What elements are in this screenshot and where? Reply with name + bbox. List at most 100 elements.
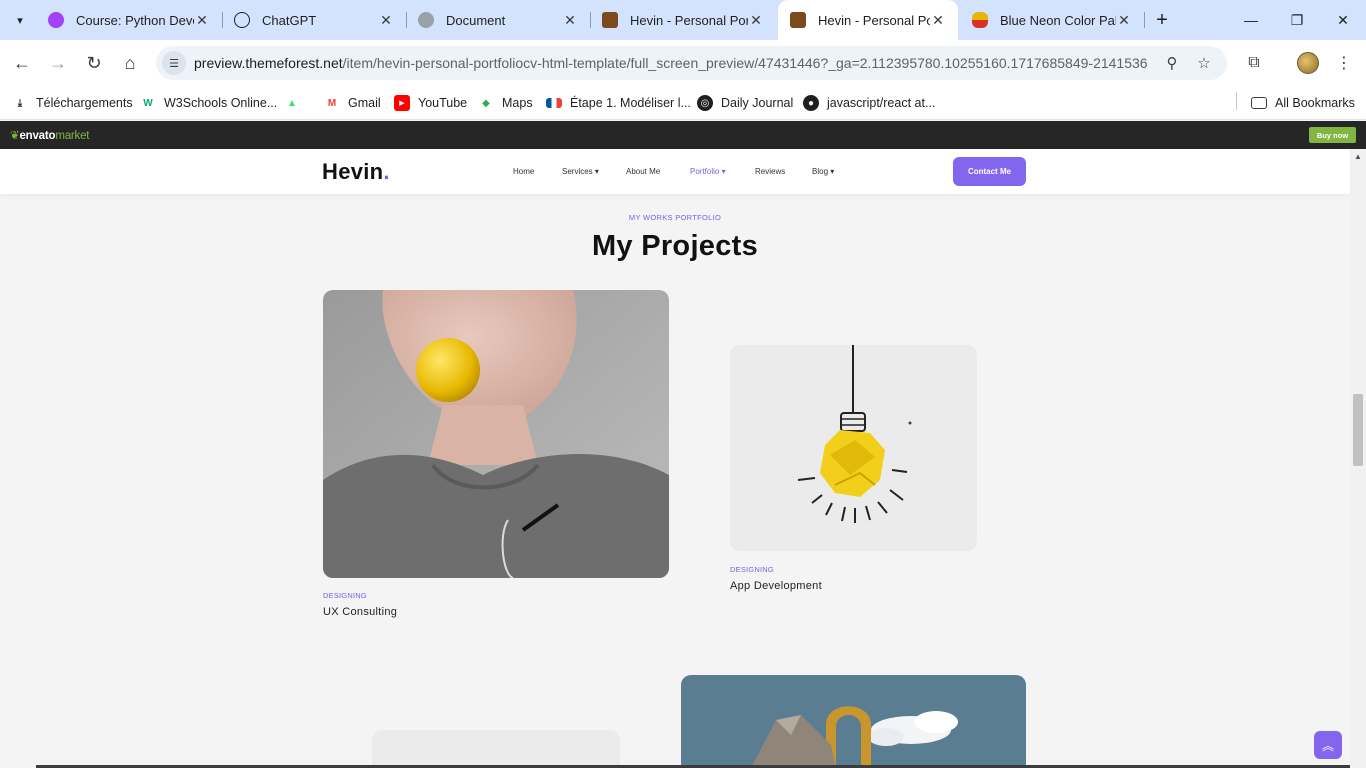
envato-logo-text: envato: [19, 130, 56, 142]
nav-blog-label: Blog: [812, 167, 829, 176]
site-logo-dot: .: [383, 159, 390, 184]
arch-rock-clouds-image: [681, 675, 1026, 768]
bookmark-w3schools[interactable]: W W3Schools Online...: [140, 92, 277, 114]
nav-services[interactable]: Services ▾: [562, 167, 599, 176]
envato-bar: ❦envatomarket Buy now: [0, 121, 1366, 149]
chrome-menu-icon[interactable]: ⋮: [1330, 49, 1358, 77]
bookmark-etape[interactable]: Étape 1. Modéliser l...: [546, 92, 691, 114]
nav-home[interactable]: Home: [513, 167, 534, 176]
tab-strip: ▾ Course: Python Devel ✕ ChatGPT ✕ Docum…: [0, 0, 1366, 40]
tab-title: Document: [446, 12, 506, 28]
tab-hevin-active[interactable]: Hevin - Personal Port ✕: [778, 0, 958, 40]
bookmark-label: Étape 1. Modéliser l...: [570, 96, 691, 110]
tab-python-course[interactable]: Course: Python Devel ✕: [36, 0, 222, 40]
youtube-icon: ▶: [394, 95, 410, 111]
nav-portfolio-label: Portfolio: [690, 167, 720, 176]
page-scrollbar[interactable]: ▲: [1350, 149, 1366, 768]
bookmark-github[interactable]: ● javascript/react at...: [803, 92, 935, 114]
project-category: DESIGNING: [730, 565, 774, 574]
globe-favicon-icon: [418, 12, 434, 28]
all-bookmarks[interactable]: All Bookmarks: [1251, 92, 1355, 114]
bookmark-daily-journal[interactable]: ◎ Daily Journal: [697, 92, 793, 114]
new-tab-plus-icon[interactable]: +: [1150, 8, 1174, 32]
back-arrow-icon[interactable]: ←: [8, 49, 36, 77]
site-settings-icon[interactable]: ☰: [162, 51, 186, 75]
bookmark-label: Gmail: [348, 96, 381, 110]
tab-chatgpt[interactable]: ChatGPT ✕: [222, 0, 406, 40]
bookmark-label: YouTube: [418, 96, 468, 110]
bookmark-telechargements[interactable]: ⤓ Téléchargements: [12, 92, 133, 114]
site-header: Hevin. Home Services ▾ About Me Portfoli…: [0, 149, 1350, 194]
tab-document[interactable]: Document ✕: [406, 0, 590, 40]
all-bookmarks-label: All Bookmarks: [1275, 96, 1355, 110]
tab-blue-neon[interactable]: Blue Neon Color Pale ✕: [960, 0, 1144, 40]
contact-me-button[interactable]: Contact Me: [953, 157, 1026, 186]
bookmark-youtube[interactable]: ▶ YouTube: [394, 92, 467, 114]
section-kicker: MY WORKS PORTFOLIO: [628, 213, 722, 222]
close-icon[interactable]: ✕: [748, 12, 764, 29]
tab-title: Hevin - Personal Port: [818, 12, 930, 28]
section-heading: My Projects: [591, 230, 759, 262]
nav-about[interactable]: About Me: [626, 167, 660, 176]
folder-icon: [1251, 97, 1267, 109]
project-image-arch-sky[interactable]: [681, 675, 1026, 768]
hevin-favicon-icon: [790, 12, 806, 28]
close-icon[interactable]: ✕: [378, 12, 394, 29]
url-text[interactable]: preview.themeforest.net/item/hevin-perso…: [194, 55, 1149, 71]
bookmark-star-icon[interactable]: ☆: [1193, 52, 1215, 74]
download-icon: ⤓: [17, 97, 23, 109]
project-title[interactable]: UX Consulting: [323, 606, 397, 618]
url-host: preview.themeforest.net: [194, 55, 343, 71]
bookmark-label: Daily Journal: [721, 96, 794, 110]
extensions-puzzle-icon[interactable]: ⧉: [1240, 49, 1268, 77]
nav-services-label: Services: [562, 167, 593, 176]
close-icon[interactable]: ✕: [1116, 12, 1132, 29]
lightbulb-paper-image: [797, 345, 912, 523]
minimize-icon[interactable]: —: [1228, 0, 1274, 40]
bookmark-android[interactable]: ▲: [284, 92, 308, 114]
buy-now-button[interactable]: Buy now: [1309, 127, 1356, 143]
back-to-top-button[interactable]: ︽: [1314, 731, 1342, 759]
tab-search-icon[interactable]: ▾: [8, 8, 32, 32]
project-title[interactable]: App Development: [730, 580, 822, 592]
reload-icon[interactable]: ↻: [80, 49, 108, 77]
close-icon[interactable]: ✕: [194, 12, 210, 29]
hevin-favicon-icon: [602, 12, 618, 28]
zoom-icon[interactable]: ⚲: [1161, 52, 1183, 74]
close-window-icon[interactable]: ✕: [1320, 0, 1366, 40]
site-logo[interactable]: Hevin.: [322, 159, 390, 185]
bookmark-label: Maps: [502, 96, 533, 110]
restore-icon[interactable]: ❐: [1274, 0, 1320, 40]
udemy-favicon-icon: [48, 12, 64, 28]
project-image-ux-consulting[interactable]: [323, 290, 669, 578]
profile-avatar[interactable]: [1297, 52, 1319, 74]
caret-down-icon: ▾: [594, 167, 599, 176]
nav-portfolio[interactable]: Portfolio ▾: [690, 167, 726, 176]
tab-title: Blue Neon Color Pale: [1000, 12, 1116, 28]
bookmark-maps[interactable]: ◆ Maps: [478, 92, 533, 114]
close-icon[interactable]: ✕: [930, 12, 946, 29]
android-icon: ▲: [287, 97, 297, 109]
bookmark-label: W3Schools Online...: [164, 96, 278, 110]
scroll-up-arrow-icon[interactable]: ▲: [1354, 152, 1362, 161]
project-image-app-development[interactable]: [730, 345, 977, 551]
home-icon[interactable]: ⌂: [116, 49, 144, 77]
project-image-partial[interactable]: [372, 730, 620, 768]
close-icon[interactable]: ✕: [562, 12, 578, 29]
scrollbar-thumb[interactable]: [1353, 394, 1363, 466]
globe-icon: ◎: [697, 95, 713, 111]
w3schools-icon: W: [143, 97, 153, 109]
tab-hevin-1[interactable]: Hevin - Personal Port ✕: [590, 0, 776, 40]
forward-arrow-icon[interactable]: →: [44, 49, 72, 77]
bubblegum-portrait-image: [323, 290, 669, 578]
bookmark-label: Téléchargements: [36, 96, 133, 110]
nav-blog[interactable]: Blog ▾: [812, 167, 834, 176]
bookmark-label: javascript/react at...: [827, 96, 936, 110]
envato-market-logo[interactable]: ❦envatomarket: [10, 128, 89, 142]
bookmark-gmail[interactable]: M Gmail: [324, 92, 381, 114]
nav-reviews[interactable]: Reviews: [755, 167, 785, 176]
double-chevron-up-icon: ︽: [1321, 738, 1334, 753]
url-path: /item/hevin-personal-portfoliocv-html-te…: [342, 55, 1149, 71]
address-bar[interactable]: ☰ preview.themeforest.net/item/hevin-per…: [156, 46, 1227, 80]
bookmarks-bar: ⤓ Téléchargements W W3Schools Online... …: [0, 86, 1366, 120]
